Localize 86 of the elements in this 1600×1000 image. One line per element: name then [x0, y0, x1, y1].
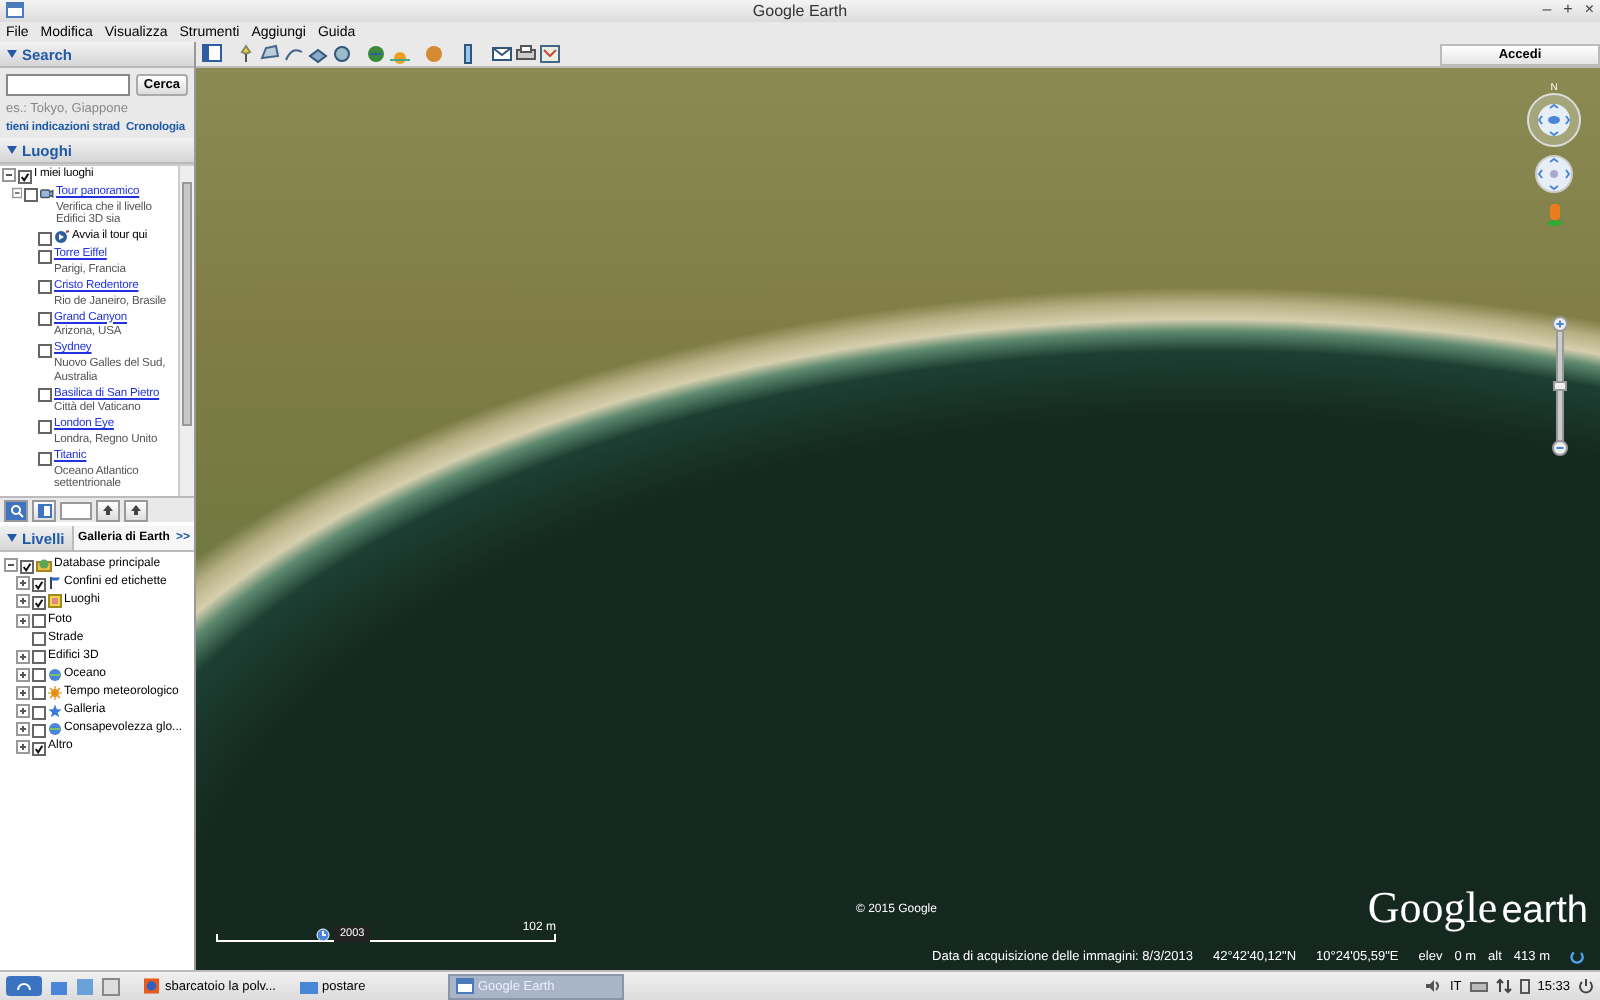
- checkbox[interactable]: [20, 559, 34, 574]
- loading-icon: [1570, 950, 1584, 964]
- zoom-slider[interactable]: [1552, 316, 1568, 456]
- checkbox[interactable]: [32, 632, 46, 647]
- expand-icon[interactable]: [16, 704, 30, 719]
- checkbox[interactable]: [32, 614, 46, 629]
- window-icon: [456, 978, 474, 994]
- arrow-icon: [102, 504, 114, 517]
- checkbox[interactable]: [32, 650, 46, 665]
- globe-icon[interactable]: [366, 44, 386, 64]
- star-icon: [48, 704, 62, 719]
- power-icon[interactable]: [1578, 978, 1594, 994]
- browser-icon: [144, 978, 161, 994]
- move-up-button[interactable]: [96, 499, 120, 522]
- check-icon: [20, 171, 30, 181]
- ruler-icon[interactable]: [458, 44, 478, 64]
- sun-icon: [48, 685, 62, 700]
- square-icon: [48, 594, 62, 609]
- camera-icon: [40, 186, 54, 200]
- checkbox[interactable]: [32, 686, 46, 701]
- globe-icon: [48, 667, 62, 682]
- sidebar-icon[interactable]: [202, 44, 222, 64]
- triangle-icon[interactable]: [6, 144, 18, 156]
- checkbox[interactable]: [38, 343, 52, 358]
- printer-icon[interactable]: [1469, 978, 1488, 994]
- flag-icon: [48, 576, 62, 591]
- collapse-icon[interactable]: [2, 168, 16, 182]
- checkbox[interactable]: [32, 668, 46, 683]
- checkbox[interactable]: [32, 723, 46, 738]
- collapse-icon[interactable]: [12, 186, 23, 200]
- globe-folder-icon: [36, 558, 52, 573]
- search-field[interactable]: [6, 74, 130, 96]
- pin-icon[interactable]: [236, 44, 256, 64]
- search-toggle-button[interactable]: [4, 499, 28, 522]
- checkbox[interactable]: [38, 419, 52, 434]
- start-menu-icon[interactable]: [6, 976, 42, 996]
- expand-icon[interactable]: [16, 667, 30, 682]
- zoom-thumb[interactable]: [1553, 381, 1567, 391]
- clock-icon[interactable]: [316, 927, 330, 941]
- expand-icon[interactable]: [16, 722, 30, 737]
- print-icon[interactable]: [516, 44, 536, 64]
- expand-icon[interactable]: [16, 576, 30, 591]
- move-down-button[interactable]: [124, 499, 148, 522]
- expand-icon[interactable]: [16, 613, 30, 628]
- checkbox[interactable]: [32, 741, 46, 756]
- opacity-field[interactable]: [60, 501, 92, 520]
- expand-icon[interactable]: [16, 740, 30, 755]
- arrow-icon: [130, 504, 142, 517]
- magnifier-icon: [9, 503, 23, 518]
- triangle-icon[interactable]: [6, 48, 18, 60]
- checkbox[interactable]: [32, 705, 46, 720]
- expand-icon[interactable]: [16, 649, 30, 664]
- email-icon[interactable]: [492, 44, 512, 64]
- play-icon: [54, 230, 70, 245]
- globe-icon: [48, 722, 62, 737]
- logo-product: earth: [1501, 890, 1588, 934]
- panel-icon: [37, 503, 51, 518]
- battery-icon[interactable]: [1519, 978, 1530, 994]
- scroll-thumb[interactable]: [182, 182, 192, 426]
- window-control[interactable]: –: [1542, 0, 1552, 18]
- window-control[interactable]: +: [1563, 0, 1573, 18]
- checkbox[interactable]: [38, 231, 52, 246]
- triangle-icon[interactable]: [6, 532, 18, 545]
- window-control[interactable]: ×: [1584, 0, 1594, 18]
- checkbox[interactable]: [32, 577, 46, 592]
- checkbox[interactable]: [38, 249, 52, 264]
- panel-toggle-button[interactable]: [32, 499, 56, 522]
- checkbox[interactable]: [18, 169, 32, 183]
- path-icon[interactable]: [284, 44, 304, 64]
- window-title: Google Earth: [752, 2, 848, 20]
- checkbox[interactable]: [38, 451, 52, 465]
- expand-icon[interactable]: [16, 594, 30, 609]
- logo-brand: Google: [1367, 882, 1498, 934]
- collapse-icon[interactable]: [4, 558, 18, 573]
- checkbox[interactable]: [32, 595, 46, 610]
- expand-icon[interactable]: [16, 685, 30, 700]
- speaker-icon[interactable]: [1423, 978, 1442, 994]
- scrollbar[interactable]: [178, 166, 194, 497]
- pan-control[interactable]: [1534, 154, 1574, 194]
- checkbox[interactable]: [38, 312, 52, 327]
- window-icon: [6, 2, 24, 18]
- checkbox[interactable]: [24, 187, 39, 201]
- checkbox[interactable]: [38, 280, 52, 295]
- network-arrows-icon[interactable]: [1495, 978, 1512, 994]
- checkbox[interactable]: [38, 388, 52, 403]
- check-icon: [34, 743, 44, 754]
